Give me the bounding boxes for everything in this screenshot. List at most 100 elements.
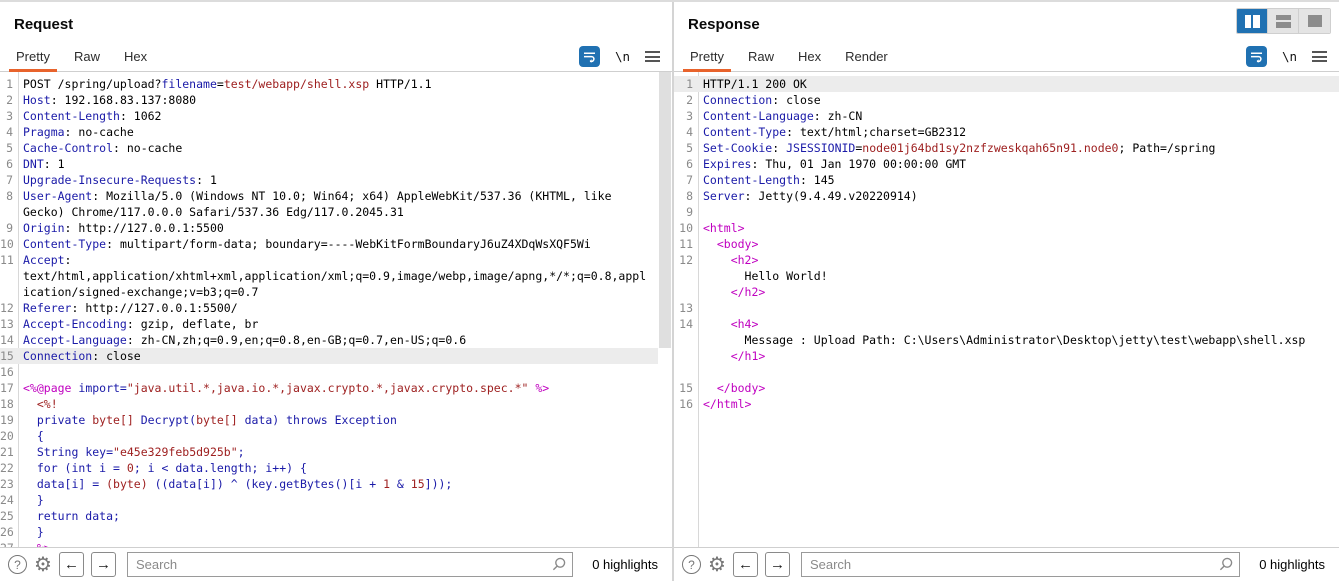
code-text: Expires: Thu, 01 Jan 1970 00:00:00 GMT <box>698 156 1339 172</box>
request-tab-raw[interactable]: Raw <box>72 45 102 71</box>
code-line[interactable]: 7Content-Length: 145 <box>674 172 1339 188</box>
code-line[interactable]: 16</html> <box>674 396 1339 412</box>
word-wrap-icon[interactable] <box>1246 46 1267 67</box>
code-line[interactable]: 18 <%! <box>0 396 672 412</box>
code-line[interactable]: 3Content-Length: 1062 <box>0 108 672 124</box>
code-line[interactable]: 1POST /spring/upload?filename=test/webap… <box>0 76 672 92</box>
line-number: 11 <box>674 236 698 252</box>
response-editor[interactable]: 1HTTP/1.1 200 OK2Connection: close3Conte… <box>674 72 1339 547</box>
code-line[interactable]: 3Content-Language: zh-CN <box>674 108 1339 124</box>
code-line[interactable]: 8Server: Jetty(9.4.49.v20220914) <box>674 188 1339 204</box>
code-line[interactable]: 4Pragma: no-cache <box>0 124 672 140</box>
request-tab-pretty[interactable]: Pretty <box>14 45 52 71</box>
code-line[interactable]: 10<html> <box>674 220 1339 236</box>
newline-toggle-icon[interactable]: \n <box>615 49 630 64</box>
code-line[interactable]: 12Referer: http://127.0.0.1:5500/ <box>0 300 672 316</box>
code-line[interactable]: 14Accept-Language: zh-CN,zh;q=0.9,en;q=0… <box>0 332 672 348</box>
code-line[interactable]: 12 <h2> <box>674 252 1339 268</box>
line-number: 2 <box>0 92 18 108</box>
line-number: 3 <box>674 108 698 124</box>
code-line[interactable]: 6DNT: 1 <box>0 156 672 172</box>
line-number <box>674 268 698 284</box>
code-line[interactable]: </h1> <box>674 348 1339 364</box>
prev-match-button[interactable]: ← <box>733 552 758 577</box>
response-tab-raw[interactable]: Raw <box>746 45 776 71</box>
hamburger-menu-icon[interactable] <box>1312 51 1327 62</box>
prev-match-button[interactable]: ← <box>59 552 84 577</box>
response-tab-hex[interactable]: Hex <box>796 45 823 71</box>
code-line[interactable] <box>674 364 1339 380</box>
next-match-button[interactable]: → <box>91 552 116 577</box>
code-line[interactable]: 1HTTP/1.1 200 OK <box>674 76 1339 92</box>
code-text: data[i] = (byte) ((data[i]) ^ (key.getBy… <box>18 476 672 492</box>
code-line[interactable]: 22 for (int i = 0; i < data.length; i++)… <box>0 460 672 476</box>
code-line[interactable]: 6Expires: Thu, 01 Jan 1970 00:00:00 GMT <box>674 156 1339 172</box>
request-search-input[interactable] <box>127 552 573 577</box>
code-line[interactable]: </h2> <box>674 284 1339 300</box>
code-text: } <box>18 524 672 540</box>
gear-icon[interactable]: ⚙ <box>708 555 726 575</box>
code-line[interactable]: 23 data[i] = (byte) ((data[i]) ^ (key.ge… <box>0 476 672 492</box>
code-line[interactable]: text/html,application/xhtml+xml,applicat… <box>0 268 672 284</box>
help-icon[interactable]: ? <box>8 555 27 574</box>
code-line[interactable]: 15 </body> <box>674 380 1339 396</box>
code-line[interactable]: 11Accept: <box>0 252 672 268</box>
code-line[interactable]: 14 <h4> <box>674 316 1339 332</box>
code-line[interactable]: 27 %> <box>0 540 672 547</box>
word-wrap-icon[interactable] <box>579 46 600 67</box>
code-line[interactable]: 26 } <box>0 524 672 540</box>
request-tab-hex[interactable]: Hex <box>122 45 149 71</box>
code-text: private byte[] Decrypt(byte[] data) thro… <box>18 412 672 428</box>
code-line[interactable]: 10Content-Type: multipart/form-data; bou… <box>0 236 672 252</box>
code-line[interactable]: 16 <box>0 364 672 380</box>
code-line[interactable]: 25 return data; <box>0 508 672 524</box>
code-line[interactable]: 9Origin: http://127.0.0.1:5500 <box>0 220 672 236</box>
code-line[interactable]: Hello World! <box>674 268 1339 284</box>
code-line[interactable]: Message : Upload Path: C:\Users\Administ… <box>674 332 1339 348</box>
code-line[interactable]: Gecko) Chrome/117.0.0.0 Safari/537.36 Ed… <box>0 204 672 220</box>
code-text: <h4> <box>698 316 1339 332</box>
side-by-side-view-icon[interactable] <box>1237 9 1268 33</box>
code-line[interactable]: 4Content-Type: text/html;charset=GB2312 <box>674 124 1339 140</box>
code-line[interactable]: 21 String key="e45e329feb5d925b"; <box>0 444 672 460</box>
code-line[interactable]: 11 <body> <box>674 236 1339 252</box>
code-line[interactable]: 17<%@page import="java.util.*,java.io.*,… <box>0 380 672 396</box>
hamburger-menu-icon[interactable] <box>645 51 660 62</box>
code-line[interactable]: 19 private byte[] Decrypt(byte[] data) t… <box>0 412 672 428</box>
request-scrollbar-thumb[interactable] <box>659 72 671 348</box>
code-line[interactable]: 20 { <box>0 428 672 444</box>
line-number: 10 <box>0 236 18 252</box>
response-tab-pretty[interactable]: Pretty <box>688 45 726 71</box>
request-title: Request <box>14 16 73 33</box>
response-searchbar: ? ⚙ ← → 0 highlights <box>674 547 1339 581</box>
response-search-input[interactable] <box>801 552 1240 577</box>
line-number: 1 <box>674 76 698 92</box>
request-header: Request <box>0 2 672 46</box>
help-icon[interactable]: ? <box>682 555 701 574</box>
code-line[interactable]: 8User-Agent: Mozilla/5.0 (Windows NT 10.… <box>0 188 672 204</box>
code-line[interactable]: ication/signed-exchange;v=b3;q=0.7 <box>0 284 672 300</box>
single-view-icon[interactable] <box>1299 9 1330 33</box>
code-text: Upgrade-Insecure-Requests: 1 <box>18 172 672 188</box>
line-number: 25 <box>0 508 18 524</box>
code-line[interactable]: 24 } <box>0 492 672 508</box>
stacked-view-icon[interactable] <box>1268 9 1299 33</box>
code-line[interactable]: 2Host: 192.168.83.137:8080 <box>0 92 672 108</box>
code-line[interactable]: 15Connection: close <box>0 348 658 364</box>
code-line[interactable]: 9 <box>674 204 1339 220</box>
code-line[interactable]: 5Set-Cookie: JSESSIONID=node01j64bd1sy2n… <box>674 140 1339 156</box>
code-line[interactable]: 7Upgrade-Insecure-Requests: 1 <box>0 172 672 188</box>
gear-icon[interactable]: ⚙ <box>34 555 52 575</box>
code-line[interactable]: 13 <box>674 300 1339 316</box>
code-line[interactable]: 13Accept-Encoding: gzip, deflate, br <box>0 316 672 332</box>
request-scrollbar[interactable] <box>658 72 672 547</box>
code-line[interactable]: 5Cache-Control: no-cache <box>0 140 672 156</box>
line-number: 7 <box>674 172 698 188</box>
request-editor[interactable]: 1POST /spring/upload?filename=test/webap… <box>0 72 672 547</box>
newline-toggle-icon[interactable]: \n <box>1282 49 1297 64</box>
code-line[interactable]: 2Connection: close <box>674 92 1339 108</box>
response-tab-render[interactable]: Render <box>843 45 890 71</box>
next-match-button[interactable]: → <box>765 552 790 577</box>
code-text: Accept: <box>18 252 672 268</box>
request-code-area: 1POST /spring/upload?filename=test/webap… <box>0 72 672 547</box>
